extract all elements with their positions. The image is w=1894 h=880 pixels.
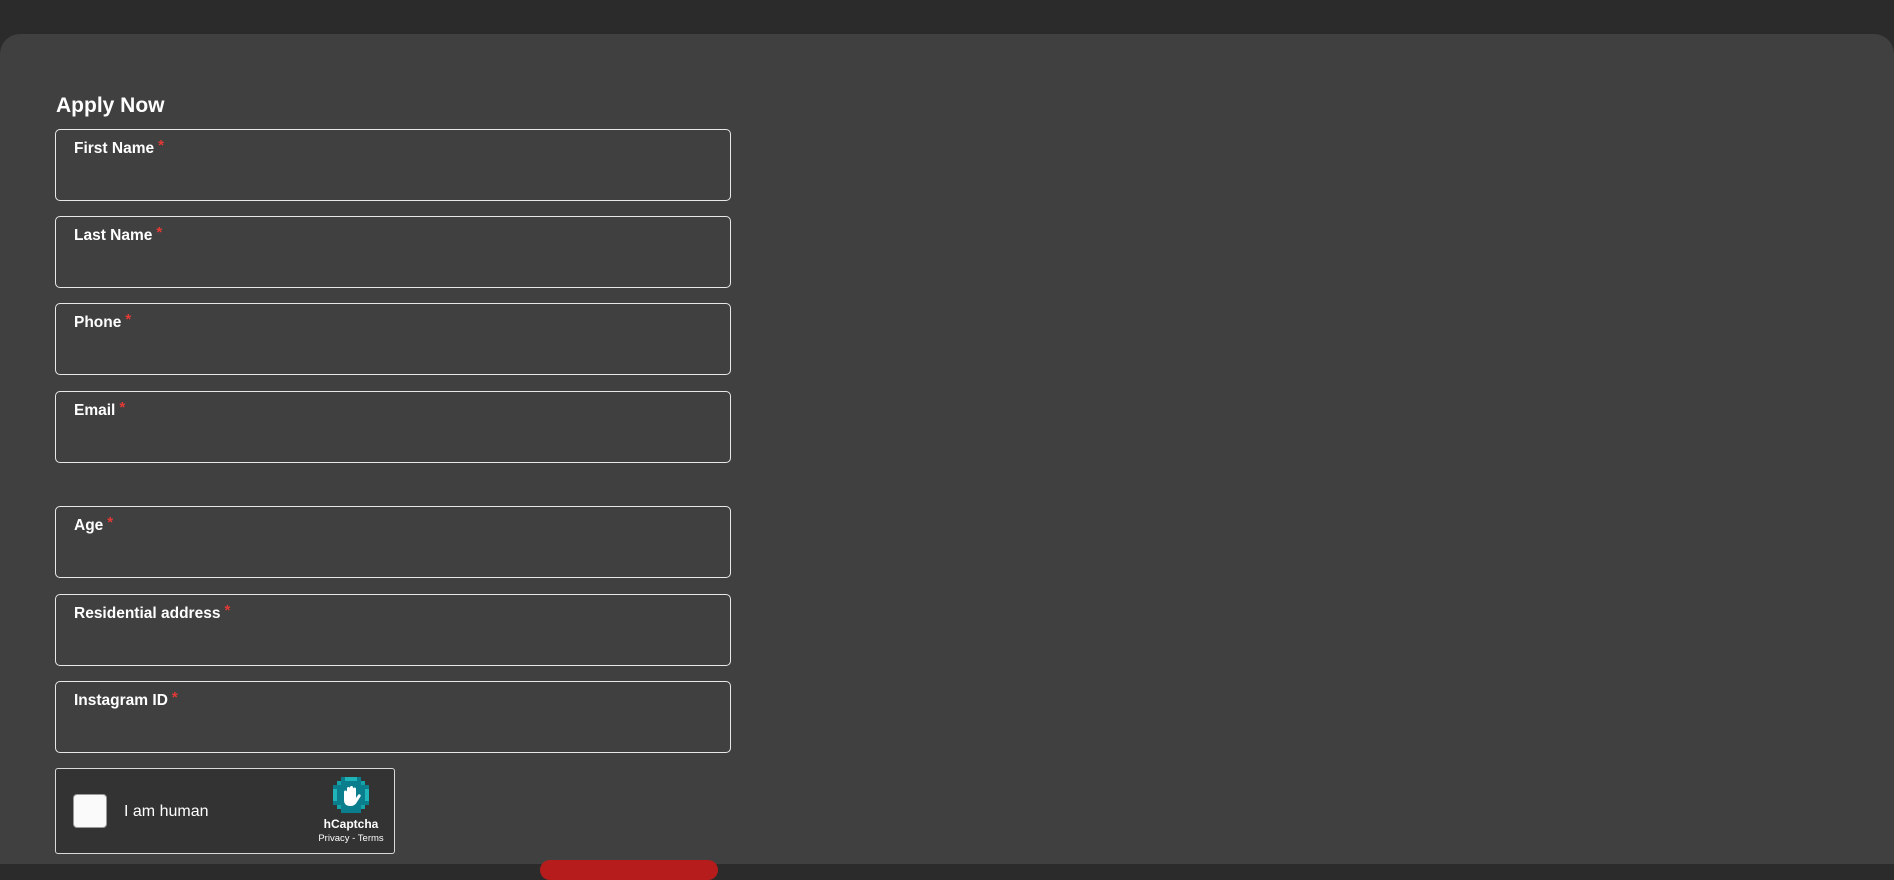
hcaptcha-brand: hCaptcha	[323, 817, 379, 831]
required-marker: *	[171, 689, 178, 706]
captcha-label: I am human	[124, 803, 209, 820]
last-name-label: Last Name *	[74, 224, 163, 244]
submit-button[interactable]	[540, 860, 718, 880]
age-input[interactable]	[74, 543, 710, 569]
required-marker: *	[125, 311, 132, 328]
residential-address-field[interactable]: Residential address *	[55, 594, 731, 666]
first-name-label: First Name *	[74, 137, 164, 157]
age-field[interactable]: Age *	[55, 506, 731, 578]
last-name-input[interactable]	[74, 253, 710, 279]
captcha-links: Privacy - Terms	[304, 833, 398, 845]
required-marker: *	[107, 514, 114, 531]
email-label: Email *	[74, 399, 126, 419]
residential-address-label: Residential address *	[74, 602, 231, 622]
hcaptcha-widget: I am human hCaptcha Privacy - Terms	[55, 768, 395, 854]
last-name-field[interactable]: Last Name *	[55, 216, 731, 288]
required-marker: *	[224, 602, 231, 619]
form-title: Apply Now	[56, 94, 165, 117]
phone-label: Phone *	[74, 311, 132, 331]
email-input[interactable]	[74, 428, 710, 454]
phone-input[interactable]	[74, 340, 710, 366]
instagram-id-label: Instagram ID *	[74, 689, 178, 709]
email-field[interactable]: Email *	[55, 391, 731, 463]
terms-link[interactable]: Terms	[358, 833, 384, 844]
top-bar	[0, 0, 1894, 34]
required-marker: *	[156, 224, 163, 241]
residential-address-input[interactable]	[74, 631, 710, 657]
instagram-id-input[interactable]	[74, 718, 710, 744]
phone-field[interactable]: Phone *	[55, 303, 731, 375]
first-name-field[interactable]: First Name *	[55, 129, 731, 201]
hcaptcha-hand-logo-icon	[333, 777, 369, 813]
first-name-input[interactable]	[74, 166, 710, 192]
instagram-id-field[interactable]: Instagram ID *	[55, 681, 731, 753]
captcha-checkbox[interactable]	[73, 794, 107, 828]
privacy-link[interactable]: Privacy	[318, 833, 349, 844]
link-separator: -	[349, 833, 358, 844]
required-marker: *	[158, 137, 164, 154]
required-marker: *	[119, 399, 126, 416]
age-label: Age *	[74, 514, 114, 534]
